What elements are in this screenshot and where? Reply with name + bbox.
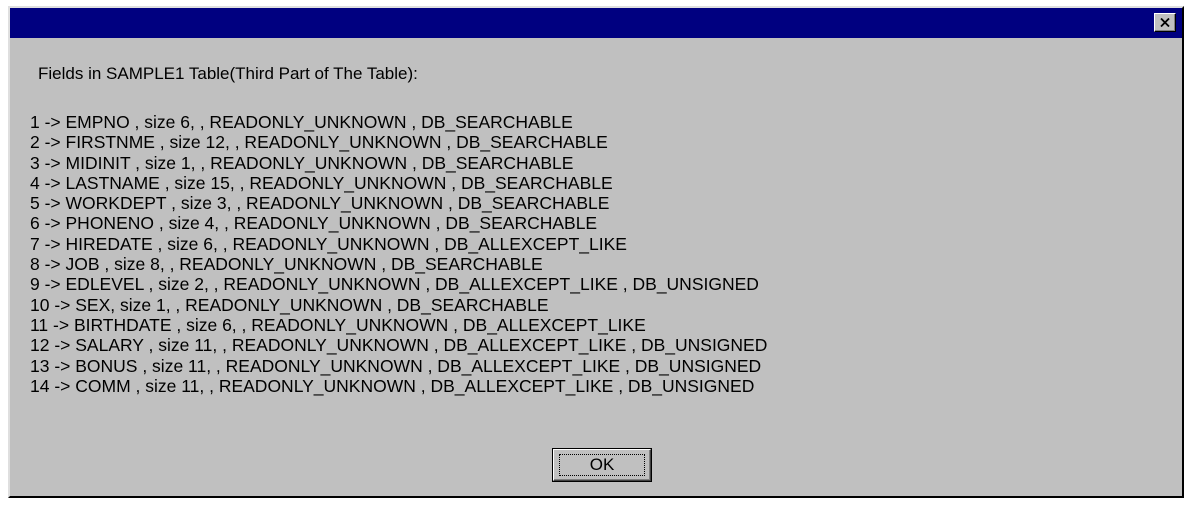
field-entry: 3 -> MIDINIT , size 1, , READONLY_UNKNOW… — [30, 152, 574, 173]
field-entry: 8 -> JOB , size 8, , READONLY_UNKNOWN , … — [30, 254, 543, 275]
field-entry: 7 -> HIREDATE , size 6, , READONLY_UNKNO… — [30, 233, 627, 254]
ok-button-label: OK — [559, 454, 645, 476]
field-entry: 1 -> EMPNO , size 6, , READONLY_UNKNOWN … — [30, 112, 573, 132]
message-dialog: Fields in SAMPLE1 Table(Third Part of Th… — [8, 6, 1184, 498]
field-entry: 6 -> PHONENO , size 4, , READONLY_UNKNOW… — [30, 213, 598, 234]
close-button[interactable] — [1154, 13, 1176, 32]
field-entry: 12 -> SALARY , size 11, , READONLY_UNKNO… — [30, 335, 768, 356]
title-bar[interactable] — [10, 8, 1182, 38]
field-entry: 13 -> BONUS , size 11, , READONLY_UNKNOW… — [30, 355, 762, 376]
close-x-icon — [1160, 18, 1170, 27]
field-list: 1 -> EMPNO , size 6, , READONLY_UNKNOWN … — [30, 112, 767, 396]
field-entry: 11 -> BIRTHDATE , size 6, , READONLY_UNK… — [30, 314, 646, 335]
field-entry: 4 -> LASTNAME , size 15, , READONLY_UNKN… — [30, 172, 613, 193]
field-entry: 14 -> COMM , size 11, , READONLY_UNKNOWN… — [30, 375, 755, 396]
field-entry: 2 -> FIRSTNME , size 12, , READONLY_UNKN… — [30, 132, 608, 153]
field-entry: 10 -> SEX, size 1, , READONLY_UNKNOWN , … — [30, 294, 549, 315]
field-entry: 5 -> WORKDEPT , size 3, , READONLY_UNKNO… — [30, 193, 610, 214]
message-heading: Fields in SAMPLE1 Table(Third Part of Th… — [38, 64, 418, 83]
field-entry: 9 -> EDLEVEL , size 2, , READONLY_UNKNOW… — [30, 274, 759, 295]
ok-button[interactable]: OK — [552, 448, 652, 482]
